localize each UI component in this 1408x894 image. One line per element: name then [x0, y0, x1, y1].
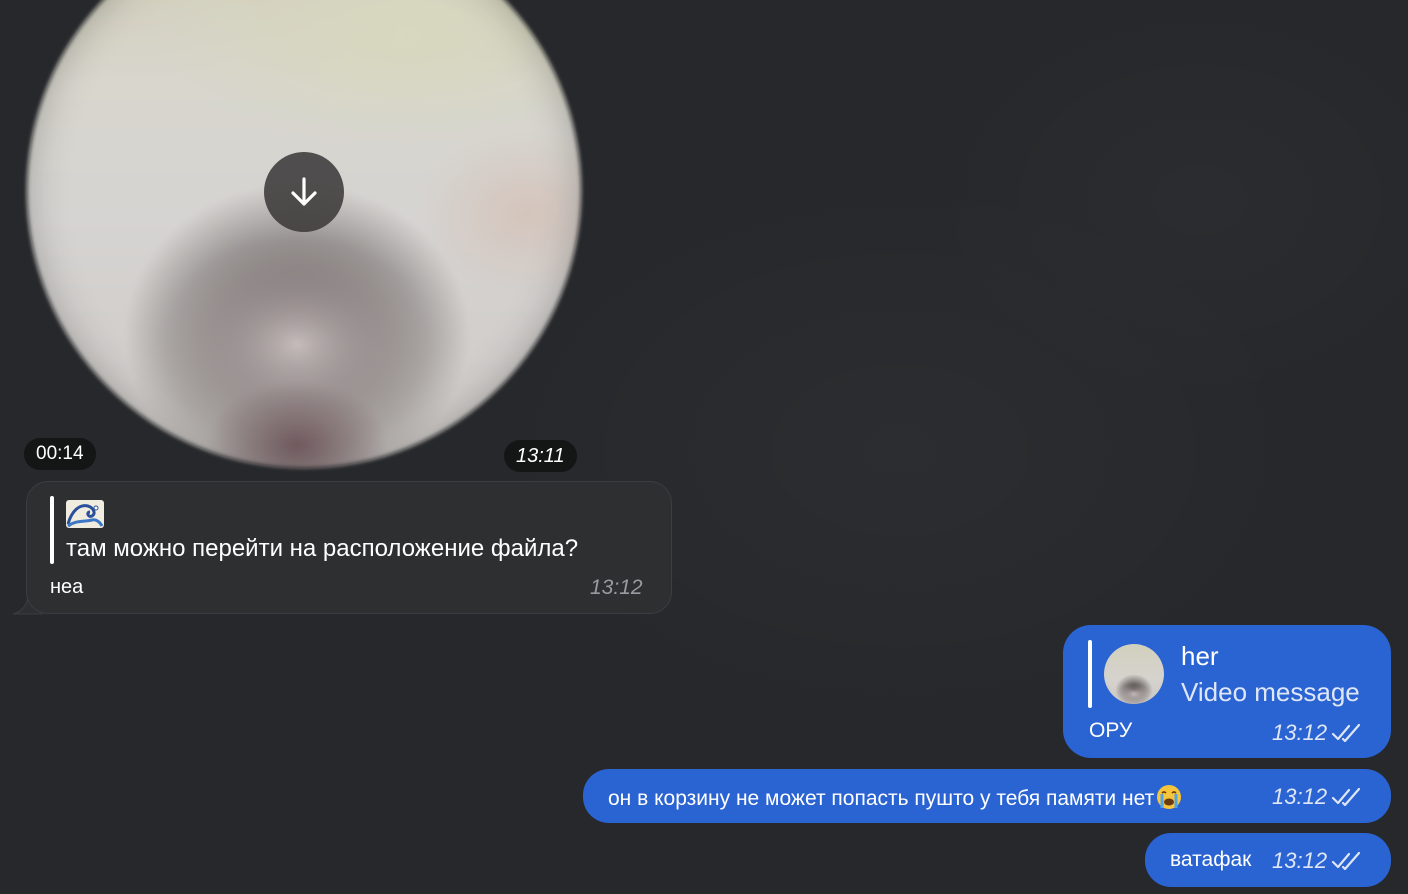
- reply-quote-text: там можно перейти на расположение файла?: [66, 535, 579, 562]
- video-duration: 00:14: [24, 438, 96, 470]
- message-text: ватафак: [1170, 848, 1252, 871]
- reply-quote-bar: [1088, 640, 1092, 708]
- message-timestamp: 13:12: [1272, 720, 1328, 745]
- video-timestamp: 13:11: [504, 440, 577, 472]
- double-check-icon: [1331, 787, 1361, 807]
- reply-media-type: Video message: [1181, 677, 1360, 707]
- message-timestamp: 13:12: [1272, 848, 1328, 873]
- message-text: он в корзину не может попасть пушто у те…: [608, 784, 1182, 811]
- message-timestamp: 13:12: [1272, 784, 1328, 809]
- video-message-frame: [27, 0, 581, 468]
- loudly-crying-emoji-icon: [1157, 785, 1182, 809]
- message-text: неа: [50, 576, 84, 598]
- reply-video-thumbnail[interactable]: [1104, 644, 1164, 704]
- reply-quote-bar: [50, 496, 54, 564]
- message-timestamp: 13:12: [590, 576, 643, 599]
- message-text: ОРУ: [1089, 719, 1133, 742]
- reply-author-name: her: [1181, 641, 1219, 671]
- double-check-icon: [1331, 723, 1361, 743]
- download-button[interactable]: [264, 152, 344, 232]
- wave-emoji-icon: [66, 500, 104, 528]
- arrow-down-icon: [291, 177, 317, 206]
- double-check-icon: [1331, 851, 1361, 871]
- message-text-content: он в корзину не может попасть пушто у те…: [608, 787, 1155, 810]
